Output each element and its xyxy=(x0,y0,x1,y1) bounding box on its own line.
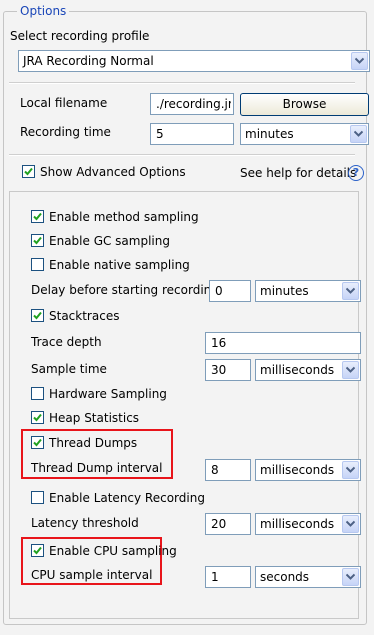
thread-dumps-checkbox[interactable]: Thread Dumps xyxy=(31,435,161,451)
show-advanced-checkbox[interactable]: Show Advanced Options xyxy=(22,164,192,180)
delay-label: Delay before starting recording xyxy=(31,283,219,297)
native-sampling-checkbox[interactable]: Enable native sampling xyxy=(31,257,231,273)
delay-value: 0 xyxy=(215,284,223,298)
cpu-interval-label: CPU sample interval xyxy=(31,568,153,582)
chevron-down-icon[interactable] xyxy=(342,282,359,300)
sample-time-unit-select[interactable]: milliseconds xyxy=(255,359,361,381)
profile-select[interactable]: JRA Recording Normal xyxy=(18,50,370,72)
checkmark-icon[interactable] xyxy=(31,544,44,557)
native-sampling-label: Enable native sampling xyxy=(49,258,190,272)
sample-time-label: Sample time xyxy=(31,362,107,376)
delay-input[interactable]: 0 xyxy=(209,280,251,302)
trace-depth-value: 16 xyxy=(211,336,227,350)
hardware-sampling-label: Hardware Sampling xyxy=(49,387,167,401)
thread-dump-interval-value: 8 xyxy=(211,463,219,477)
chevron-down-icon[interactable] xyxy=(350,125,367,143)
checkmark-icon[interactable] xyxy=(22,165,35,178)
sample-time-unit-value: milliseconds xyxy=(260,363,335,377)
heap-statistics-checkbox[interactable]: Heap Statistics xyxy=(31,410,201,426)
latency-threshold-value: 20 xyxy=(211,517,227,531)
chevron-down-icon[interactable] xyxy=(351,52,368,70)
latency-threshold-unit-value: milliseconds xyxy=(260,517,335,531)
filename-label: Local filename xyxy=(20,96,108,110)
checkmark-icon[interactable] xyxy=(31,234,44,247)
method-sampling-label: Enable method sampling xyxy=(49,210,199,224)
cpu-interval-input[interactable]: 1 xyxy=(205,566,251,588)
separator xyxy=(9,154,355,156)
chevron-down-icon[interactable] xyxy=(342,461,359,479)
filename-value: ./recording.jr xyxy=(156,97,231,111)
method-sampling-checkbox[interactable]: Enable method sampling xyxy=(31,209,231,225)
gc-sampling-label: Enable GC sampling xyxy=(49,234,170,248)
thread-dump-interval-unit-value: milliseconds xyxy=(260,463,335,477)
recording-time-unit-select[interactable]: minutes xyxy=(240,123,369,145)
thread-dump-interval-label: Thread Dump interval xyxy=(31,461,163,475)
heap-statistics-label: Heap Statistics xyxy=(49,411,140,425)
thread-dump-interval-unit-select[interactable]: milliseconds xyxy=(255,459,361,481)
chevron-down-icon[interactable] xyxy=(342,361,359,379)
stacktraces-checkbox[interactable]: Stacktraces xyxy=(31,308,181,324)
thread-dump-interval-input[interactable]: 8 xyxy=(205,459,251,481)
recording-time-input[interactable]: 5 xyxy=(150,123,234,145)
stacktraces-label: Stacktraces xyxy=(49,309,120,323)
cpu-sampling-label: Enable CPU sampling xyxy=(49,544,177,558)
checkmark-icon[interactable] xyxy=(31,210,44,223)
latency-threshold-label: Latency threshold xyxy=(31,516,139,530)
trace-depth-label: Trace depth xyxy=(31,335,102,349)
checkmark-icon[interactable] xyxy=(31,436,44,449)
hardware-sampling-checkbox[interactable]: Hardware Sampling xyxy=(31,386,201,402)
latency-threshold-unit-select[interactable]: milliseconds xyxy=(255,513,361,535)
chevron-down-icon[interactable] xyxy=(342,515,359,533)
recording-time-unit-value: minutes xyxy=(245,127,294,141)
latency-threshold-input[interactable]: 20 xyxy=(205,513,251,535)
latency-recording-checkbox[interactable]: Enable Latency Recording xyxy=(31,490,231,506)
show-advanced-label: Show Advanced Options xyxy=(40,165,186,179)
help-circle-icon[interactable]: ? xyxy=(348,165,364,181)
trace-depth-input[interactable]: 16 xyxy=(205,332,361,354)
recording-time-value: 5 xyxy=(156,127,164,141)
filename-input[interactable]: ./recording.jr xyxy=(150,93,234,115)
separator xyxy=(9,82,355,84)
checkmark-icon[interactable] xyxy=(31,411,44,424)
help-text[interactable]: See help for details xyxy=(240,165,356,181)
checkmark-icon[interactable] xyxy=(31,309,44,322)
browse-button[interactable]: Browse xyxy=(240,93,369,116)
profile-value: JRA Recording Normal xyxy=(23,54,154,68)
thread-dumps-label: Thread Dumps xyxy=(49,436,138,450)
latency-recording-label: Enable Latency Recording xyxy=(49,491,205,505)
recording-time-label: Recording time xyxy=(20,125,111,139)
cpu-interval-unit-value: seconds xyxy=(260,570,310,584)
options-group-title: Options xyxy=(17,4,70,18)
chevron-down-icon[interactable] xyxy=(342,568,359,586)
cpu-interval-value: 1 xyxy=(211,570,219,584)
cpu-sampling-checkbox[interactable]: Enable CPU sampling xyxy=(31,543,177,559)
sample-time-input[interactable]: 30 xyxy=(205,359,251,381)
profile-label: Select recording profile xyxy=(10,29,150,43)
gc-sampling-checkbox[interactable]: Enable GC sampling xyxy=(31,233,231,249)
delay-unit-select[interactable]: minutes xyxy=(255,280,361,302)
options-panel: Options Select recording profile JRA Rec… xyxy=(0,0,374,635)
delay-unit-value: minutes xyxy=(260,284,309,298)
cpu-interval-unit-select[interactable]: seconds xyxy=(255,566,361,588)
sample-time-value: 30 xyxy=(211,363,227,377)
